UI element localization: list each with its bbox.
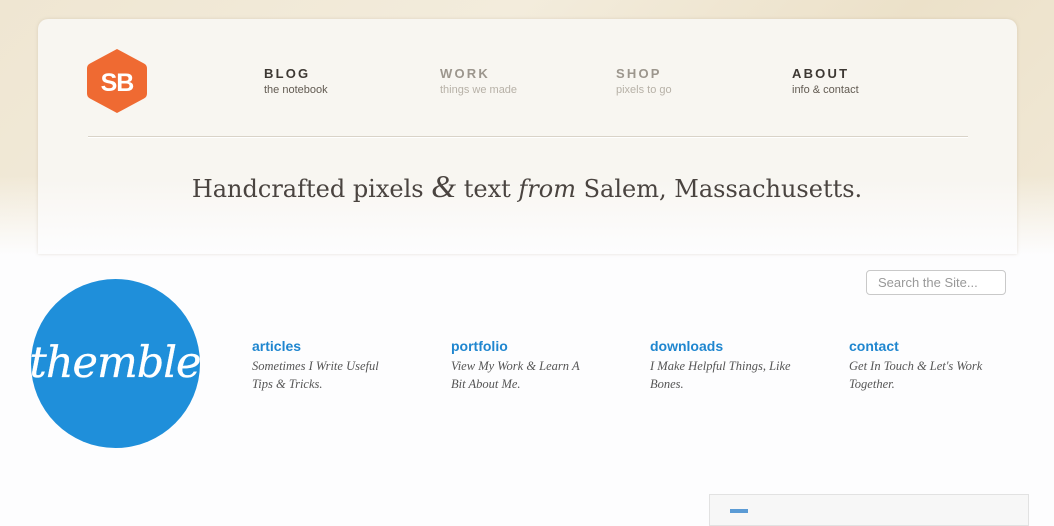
downloads-description: I Make Helpful Things, Like Bones.: [650, 359, 791, 391]
section-contact: contact Get In Touch & Let's Work Togethe…: [849, 338, 1019, 393]
tagline-ampersand: &: [431, 168, 457, 204]
tagline-part3: Salem, Massachusetts.: [575, 175, 863, 203]
section-downloads: downloads I Make Helpful Things, Like Bon…: [650, 338, 820, 393]
nav-work-subtitle: things we made: [440, 84, 518, 96]
nav-work-title: WORK: [440, 66, 490, 81]
portfolio-link[interactable]: portfolio: [451, 338, 621, 354]
themble-logo-icon: themble: [29, 338, 201, 388]
search-input[interactable]: [866, 270, 1006, 295]
header-divider: [88, 136, 968, 138]
themble-logo[interactable]: themble: [29, 279, 202, 448]
portfolio-description: View My Work & Learn A Bit About Me.: [451, 359, 580, 391]
sidebar-widget: [709, 494, 1029, 526]
nav-blog-title: BLOG: [264, 66, 311, 81]
contact-description: Get In Touch & Let's Work Together.: [849, 359, 983, 391]
site-tagline: Handcrafted pixels & text from Salem, Ma…: [0, 168, 1054, 205]
nav-shop-subtitle: pixels to go: [616, 84, 672, 96]
articles-link[interactable]: articles: [252, 338, 422, 354]
site-logo[interactable]: SB: [86, 48, 148, 114]
themble-logo-text: themble: [31, 338, 200, 388]
section-articles: articles Sometimes I Write Useful Tips & …: [252, 338, 422, 393]
contact-link[interactable]: contact: [849, 338, 1019, 354]
tagline-part1: Handcrafted pixels: [191, 175, 432, 203]
downloads-link[interactable]: downloads: [650, 338, 820, 354]
nav-shop[interactable]: SHOP pixels to go: [616, 66, 672, 96]
logo-text: SB: [101, 69, 134, 97]
tagline-part2: text: [456, 175, 519, 203]
nav-shop-title: SHOP: [616, 66, 662, 81]
tagline-from: from: [518, 175, 576, 203]
nav-about[interactable]: ABOUT info & contact: [792, 66, 859, 96]
nav-blog[interactable]: BLOG the notebook: [264, 66, 328, 96]
section-portfolio: portfolio View My Work & Learn A Bit Abou…: [451, 338, 621, 393]
hexagon-logo-icon: SB: [87, 49, 147, 113]
nav-about-subtitle: info & contact: [792, 84, 859, 96]
nav-blog-subtitle: the notebook: [264, 84, 328, 96]
nav-about-title: ABOUT: [792, 66, 850, 81]
articles-description: Sometimes I Write Useful Tips & Tricks.: [252, 359, 379, 391]
widget-icon: [730, 509, 748, 513]
nav-work[interactable]: WORK things we made: [440, 66, 517, 96]
